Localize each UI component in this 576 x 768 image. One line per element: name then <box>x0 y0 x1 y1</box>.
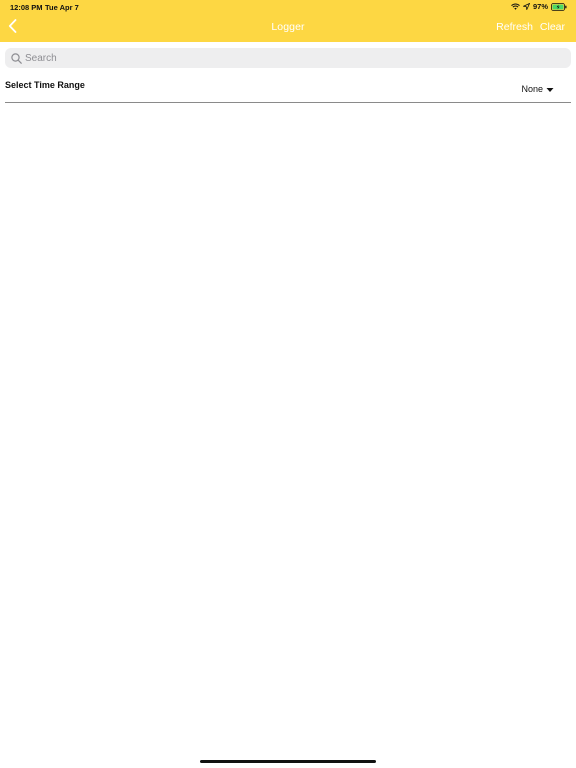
refresh-button[interactable]: Refresh <box>496 21 533 33</box>
time-range-row: Select Time Range None <box>5 76 571 96</box>
divider <box>5 102 571 103</box>
header: 12:08 PM Tue Apr 7 97% Logger Refresh Cl… <box>0 0 576 42</box>
time-range-dropdown[interactable]: None <box>521 80 554 98</box>
home-indicator[interactable] <box>200 760 376 763</box>
caret-down-icon <box>546 80 554 98</box>
status-icons: 97% <box>511 2 567 11</box>
status-time: 12:08 PM <box>10 3 43 12</box>
time-range-label: Select Time Range <box>5 80 85 90</box>
nav-bar: Logger Refresh Clear <box>0 14 576 42</box>
search-input[interactable] <box>25 52 565 64</box>
page-title: Logger <box>271 21 305 33</box>
search-icon <box>10 52 22 64</box>
search-bar[interactable] <box>5 48 571 68</box>
status-bar: 12:08 PM Tue Apr 7 97% <box>0 0 576 14</box>
nav-actions: Refresh Clear <box>496 21 565 33</box>
time-range-value: None <box>521 84 543 94</box>
clear-button[interactable]: Clear <box>540 21 565 33</box>
location-icon <box>522 3 530 10</box>
logger-screen: 12:08 PM Tue Apr 7 97% Logger Refresh Cl… <box>0 0 576 768</box>
status-date: Tue Apr 7 <box>45 3 79 12</box>
wifi-icon <box>511 3 520 10</box>
battery-charging-icon <box>551 2 567 11</box>
battery-percent: 97% <box>532 2 548 11</box>
